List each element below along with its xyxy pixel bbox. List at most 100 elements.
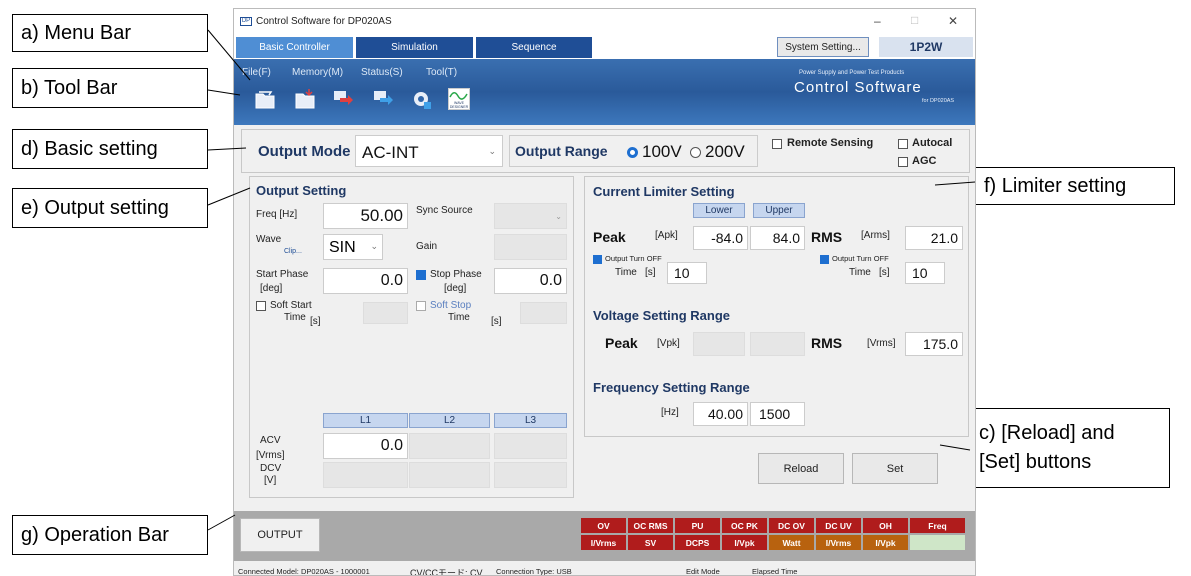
soft-start-unit: [s]: [310, 316, 321, 327]
callout-output-setting: e) Output setting: [12, 188, 208, 228]
output-range-group: Output Range 100V 200V: [509, 135, 758, 167]
soft-stop-checkbox[interactable]: [416, 301, 426, 311]
range-100v-radio[interactable]: [627, 147, 638, 158]
set-button[interactable]: Set: [852, 453, 938, 484]
status-ivrms-1: I/Vrms: [581, 535, 626, 550]
wave-select[interactable]: SIN ⌄: [323, 234, 383, 260]
window-title: Control Software for DP020AS: [256, 16, 392, 27]
gear-icon[interactable]: [410, 88, 432, 110]
soft-start-input[interactable]: [363, 302, 408, 324]
output-setting-title: Output Setting: [256, 183, 347, 198]
dcv-l2-input[interactable]: [409, 462, 490, 488]
agc-checkbox[interactable]: [898, 157, 908, 167]
minimize-button[interactable]: –: [874, 14, 881, 28]
range-100v-label: 100V: [642, 142, 682, 161]
start-phase-unit: [deg]: [260, 283, 283, 294]
peak-turn-off-input[interactable]: 10: [667, 262, 707, 284]
receive-icon[interactable]: [372, 88, 394, 110]
menu-file[interactable]: File(F): [242, 67, 271, 78]
peak-turn-off-checkbox[interactable]: [593, 255, 602, 264]
limiter-setting-panel: Current Limiter Setting Lower Upper Peak…: [584, 176, 969, 437]
stop-phase-input[interactable]: 0.0: [494, 268, 567, 294]
maximize-button[interactable]: □: [911, 13, 918, 27]
status-dc-ov: DC OV: [769, 518, 814, 533]
sync-source-select[interactable]: ⌄: [494, 203, 567, 229]
menu-status[interactable]: Status(S): [361, 67, 403, 78]
callout-reload-set: c) [Reload] and [Set] buttons: [970, 408, 1170, 488]
wave-value: SIN: [329, 239, 356, 256]
dcv-label: DCV: [260, 463, 282, 474]
wave-designer-icon[interactable]: WAVE DESIGNER: [448, 88, 470, 110]
app-window: DP Control Software for DP020AS – □ ✕ Ba…: [233, 8, 976, 576]
clip-link[interactable]: Clip...: [284, 248, 302, 255]
soft-start-label: Soft Start: [270, 300, 312, 311]
phase-badge: 1P2W: [879, 37, 973, 57]
v-peak-upper-input[interactable]: [750, 332, 805, 356]
open-folder-icon[interactable]: [254, 88, 276, 110]
start-phase-input[interactable]: 0.0: [323, 268, 408, 294]
frequency-range-title: Frequency Setting Range: [593, 380, 750, 395]
range-200v-radio[interactable]: [690, 147, 701, 158]
freq-high-input[interactable]: 1500: [750, 402, 805, 426]
rms-input[interactable]: 21.0: [905, 226, 963, 250]
col-header-l1: L1: [323, 413, 408, 428]
peak-upper-input[interactable]: 84.0: [750, 226, 805, 250]
output-setting-panel: Output Setting Freq [Hz] 50.00 Sync Sour…: [249, 176, 574, 498]
autocal-label: Autocal: [912, 137, 953, 149]
rms-turn-off-checkbox[interactable]: [820, 255, 829, 264]
freq-input[interactable]: 50.00: [323, 203, 408, 229]
close-button[interactable]: ✕: [948, 14, 958, 28]
acv-label: ACV: [260, 435, 281, 446]
status-dc-uv: DC UV: [816, 518, 861, 533]
callout-reload-set-line1: c) [Reload] and: [979, 422, 1115, 444]
tab-simulation[interactable]: Simulation: [356, 37, 473, 58]
soft-stop-input[interactable]: [520, 302, 567, 324]
output-mode-select[interactable]: AC-INT ⌄: [355, 135, 503, 167]
connected-model: Connected Model: DP020AS - 1000001: [238, 567, 370, 576]
cv-cc-mode: CV/CCモード: CV: [410, 568, 483, 576]
callout-limiter-setting: f) Limiter setting: [975, 167, 1175, 205]
status-ov: OV: [581, 518, 626, 533]
acv-l3-input[interactable]: [494, 433, 567, 459]
menu-memory[interactable]: Memory(M): [292, 67, 343, 78]
hz-unit: [Hz]: [661, 407, 679, 418]
status-watt: Watt: [769, 535, 814, 550]
tab-basic-controller[interactable]: Basic Controller: [236, 37, 353, 58]
send-icon[interactable]: [332, 88, 354, 110]
system-setting-button[interactable]: System Setting...: [777, 37, 869, 57]
tab-sequence[interactable]: Sequence: [476, 37, 592, 58]
arms-unit: [Arms]: [861, 230, 890, 241]
menu-tool[interactable]: Tool(T): [426, 67, 457, 78]
col-header-l3: L3: [494, 413, 567, 428]
peak-label: Peak: [593, 229, 626, 245]
autocal-checkbox[interactable]: [898, 139, 908, 149]
rms-turn-off-time: Time: [849, 267, 871, 278]
dcv-l3-input[interactable]: [494, 462, 567, 488]
gain-input[interactable]: [494, 234, 567, 260]
remote-sensing-checkbox[interactable]: [772, 139, 782, 149]
v-peak-lower-input[interactable]: [693, 332, 745, 356]
acv-l1-input[interactable]: 0.0: [323, 433, 408, 459]
rms-turn-off-unit: [s]: [879, 267, 890, 278]
freq-low-input[interactable]: 40.00: [693, 402, 748, 426]
vpk-unit: [Vpk]: [657, 338, 680, 349]
menu-toolbar-banner: File(F) Memory(M) Status(S) Tool(T) Powe…: [234, 59, 975, 125]
reload-button[interactable]: Reload: [758, 453, 844, 484]
stop-phase-checkbox[interactable]: [416, 270, 426, 280]
save-folder-icon[interactable]: [294, 88, 316, 110]
soft-stop-unit: [s]: [491, 316, 502, 327]
acv-l2-input[interactable]: [409, 433, 490, 459]
remote-sensing-label: Remote Sensing: [787, 137, 874, 149]
rms-turn-off-label: Output Turn OFF: [832, 254, 889, 263]
output-button[interactable]: OUTPUT: [240, 518, 320, 552]
rms-turn-off-input[interactable]: 10: [905, 262, 945, 284]
soft-start-checkbox[interactable]: [256, 301, 266, 311]
chevron-down-icon: ⌄: [370, 241, 378, 251]
voltage-range-title: Voltage Setting Range: [593, 308, 730, 323]
peak-lower-input[interactable]: -84.0: [693, 226, 748, 250]
callout-operation-bar: g) Operation Bar: [12, 515, 208, 555]
status-oc-rms: OC RMS: [628, 518, 673, 533]
dcv-l1-input[interactable]: [323, 462, 408, 488]
v-rms-input[interactable]: 175.0: [905, 332, 963, 356]
peak-turn-off-unit: [s]: [645, 267, 656, 278]
